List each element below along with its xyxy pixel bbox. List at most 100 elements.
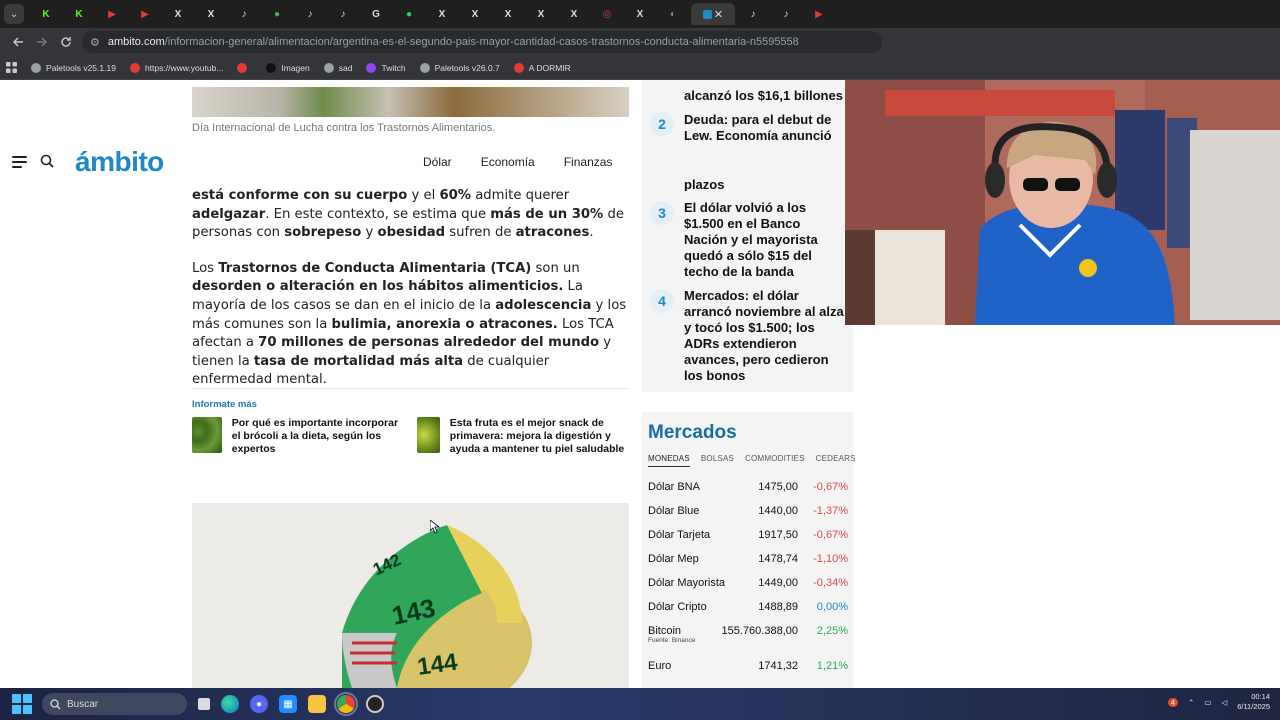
browser-tab[interactable]: X — [196, 3, 226, 25]
bookmark-item[interactable]: Imagen — [266, 62, 310, 73]
browser-tab[interactable]: X — [427, 3, 457, 25]
browser-tab[interactable]: X — [460, 3, 490, 25]
nav-item[interactable]: Economía — [481, 155, 535, 169]
paletools-icon — [31, 62, 41, 73]
market-value: 1917,50 — [758, 529, 798, 541]
ranking-item-title[interactable]: Deuda: para el debut de Lew. Economía an… — [684, 112, 846, 144]
market-change: -1,10% — [813, 553, 848, 565]
browser-tab[interactable]: ♪ — [328, 3, 358, 25]
back-button[interactable] — [6, 30, 30, 54]
tab-favicon-icon: ▶ — [108, 8, 116, 20]
browser-tab[interactable]: ▶ — [804, 3, 834, 25]
ranking-item-title[interactable]: plazos — [684, 177, 846, 191]
site-logo[interactable]: ámbito — [75, 146, 164, 178]
browser-tab[interactable]: G — [361, 3, 391, 25]
related-article-title: Por qué es importante incorporar el bróc… — [231, 417, 399, 455]
file-explorer-icon[interactable] — [308, 695, 326, 713]
browser-tab-active[interactable]: ✕ — [691, 3, 735, 25]
bookmark-label: Twitch — [381, 62, 406, 73]
markets-title: Mercados — [648, 422, 737, 443]
tab-favicon-icon: ▶ — [141, 8, 149, 20]
notification-badge[interactable]: 4 — [1167, 697, 1179, 707]
browser-tab[interactable]: K — [64, 3, 94, 25]
browser-tab[interactable]: ♪ — [295, 3, 325, 25]
hamburger-menu-icon[interactable] — [12, 155, 28, 169]
bookmark-item[interactable]: Twitch — [366, 62, 406, 73]
browser-tab[interactable]: X — [526, 3, 556, 25]
obs-icon[interactable] — [366, 695, 384, 713]
browser-tab-strip: ⌄ K K ▶ ▶ X X ♪ ● ♪ ♪ G ● X X X X X ◎ X ◐ ✕ ♪ ♪ ▶ — [0, 0, 1280, 28]
task-view-icon[interactable] — [198, 698, 210, 710]
text-run: y — [361, 225, 378, 241]
tab-cedears[interactable]: CEDEARS — [816, 454, 856, 467]
browser-tab[interactable]: X — [625, 3, 655, 25]
market-name: Dólar Mayorista — [648, 577, 726, 589]
browser-tab[interactable]: ● — [262, 3, 292, 25]
ranking-item-title[interactable]: Mercados: el dólar arrancó noviembre al … — [684, 288, 846, 384]
market-change: 1,21% — [816, 660, 848, 672]
bookmark-item[interactable]: Paletools v26.0.7 — [419, 62, 500, 73]
start-button[interactable] — [12, 694, 32, 714]
x-icon — [266, 62, 277, 73]
related-article-title: Esta fruta es el mejor snack de primaver… — [449, 417, 625, 455]
tab-bolsas[interactable]: BOLSAS — [701, 454, 734, 467]
text-run: y el — [407, 188, 440, 203]
related-articles: Informate más Por qué es importante inco… — [192, 388, 629, 455]
ranking-item-title[interactable]: El dólar volvió a los $1.500 en el Banco… — [684, 200, 846, 280]
bookmark-item[interactable] — [237, 62, 252, 73]
article-paragraph: Los Trastornos de Conducta Alimentaria (… — [192, 260, 632, 390]
bookmark-item[interactable]: Paletools v25.1.19 — [31, 62, 116, 73]
tab-monedas[interactable]: MONEDAS — [648, 454, 690, 467]
edge-icon[interactable] — [221, 695, 239, 713]
most-read-list: alcanzó los $16,1 billones 2 Deuda: para… — [642, 80, 853, 392]
related-article-fruit[interactable]: Esta fruta es el mejor snack de primaver… — [417, 417, 632, 456]
tab-favicon-icon: ◎ — [602, 8, 612, 20]
paletools-icon — [419, 62, 430, 73]
browser-tab[interactable]: X — [493, 3, 523, 25]
bookmark-label: sad — [338, 62, 353, 73]
tab-favicon-icon: X — [471, 8, 479, 20]
browser-tab[interactable]: ◎ — [592, 3, 622, 25]
chevron-up-icon[interactable]: ⌃ — [1188, 698, 1194, 707]
market-change: -1,37% — [813, 505, 848, 517]
tab-favicon-icon: ● — [273, 8, 281, 20]
browser-tab[interactable]: X — [559, 3, 589, 25]
volume-icon[interactable]: ◁ — [1221, 698, 1227, 707]
browser-tab[interactable]: ♪ — [738, 3, 768, 25]
store-icon[interactable]: ▦ — [279, 695, 297, 713]
forward-button[interactable] — [30, 30, 54, 54]
bookmark-item[interactable]: https://www.youtub... — [129, 62, 223, 73]
ranking-item-title[interactable]: alcanzó los $16,1 billones — [684, 88, 846, 104]
browser-tab[interactable]: K — [31, 3, 61, 25]
browser-tab[interactable]: X — [163, 3, 193, 25]
tab-search-button[interactable]: ⌄ — [4, 4, 24, 24]
article-body: está conforme con su cuerpo y el 60% adm… — [192, 187, 632, 407]
search-icon[interactable] — [40, 154, 56, 170]
browser-tab[interactable]: ♪ — [771, 3, 801, 25]
apps-button[interactable] — [6, 62, 17, 73]
youtube-icon — [513, 62, 524, 73]
browser-tab[interactable]: ◐ — [658, 3, 688, 25]
market-name: Dólar Cripto — [648, 601, 707, 613]
network-icon[interactable]: ▭ — [1204, 698, 1211, 707]
address-bar[interactable]: ⚙ ambito.com/informacion-general/aliment… — [82, 31, 882, 53]
bookmark-item[interactable]: sad — [323, 62, 353, 73]
discord-icon[interactable]: ● — [250, 695, 268, 713]
related-article-broccoli[interactable]: Por qué es importante incorporar el bróc… — [192, 417, 407, 456]
tab-commodities[interactable]: COMMODITIES — [745, 454, 805, 467]
taskbar-search[interactable]: Buscar — [42, 693, 187, 715]
market-change: -0,34% — [813, 577, 848, 589]
browser-tab[interactable]: ▶ — [97, 3, 127, 25]
close-tab-icon[interactable]: ✕ — [714, 8, 723, 21]
browser-tab[interactable]: ♪ — [229, 3, 259, 25]
clock[interactable]: 00:14 6/11/2025 — [1237, 692, 1270, 712]
browser-tab[interactable]: ● — [394, 3, 424, 25]
reload-button[interactable] — [54, 30, 78, 54]
site-info-icon[interactable]: ⚙ — [90, 36, 100, 49]
ambito-favicon-icon — [702, 9, 712, 19]
bookmark-item[interactable]: A DORMIR — [513, 62, 571, 73]
nav-item[interactable]: Dólar — [423, 155, 452, 169]
browser-tab[interactable]: ▶ — [130, 3, 160, 25]
nav-item[interactable]: Finanzas — [564, 155, 613, 169]
chrome-icon[interactable] — [334, 692, 358, 716]
